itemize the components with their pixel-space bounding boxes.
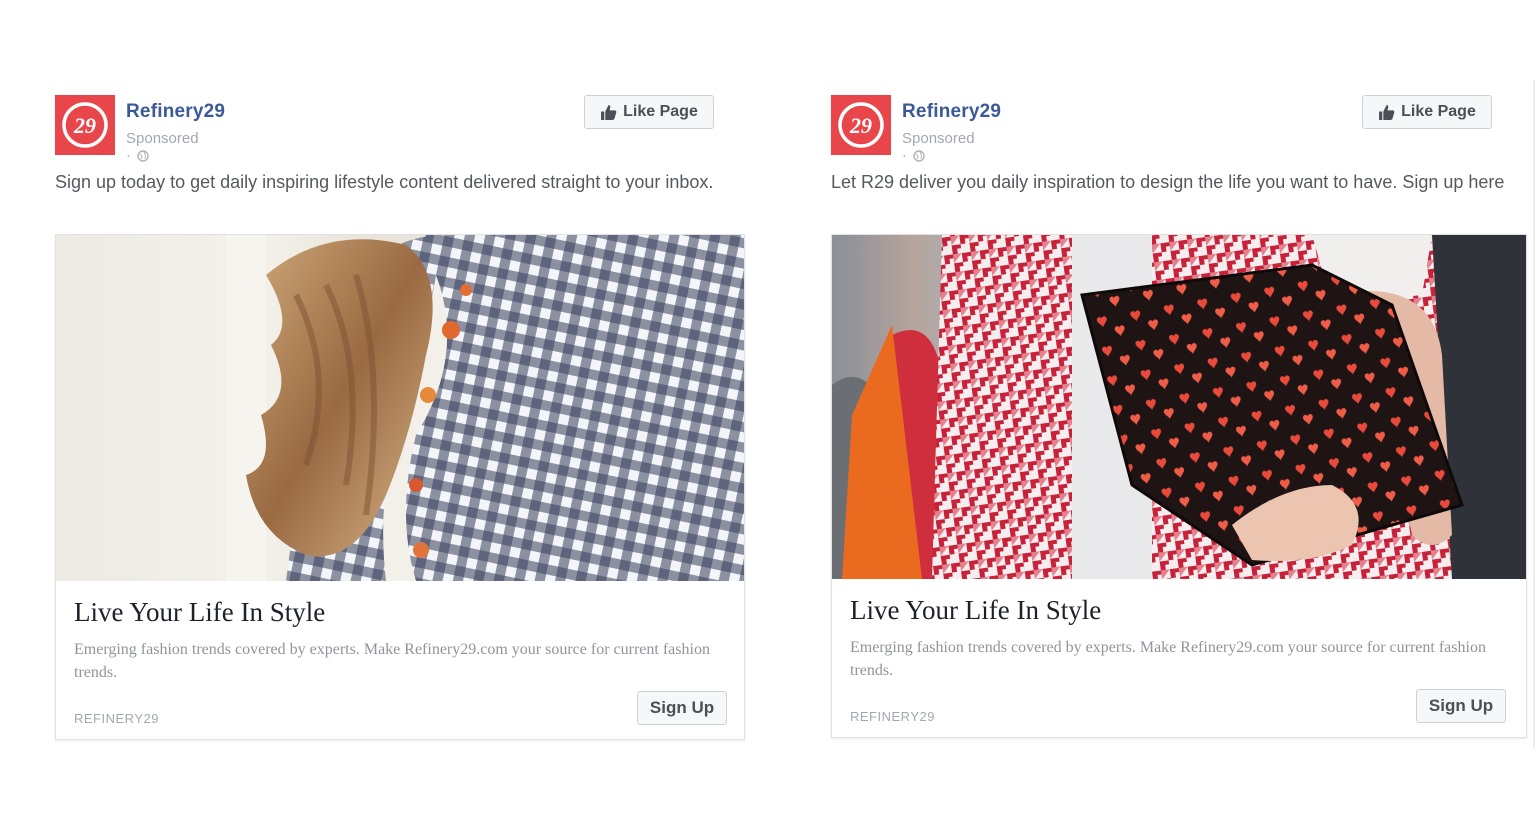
like-page-button[interactable]: Like Page <box>584 95 714 129</box>
post-text: Let R29 deliver you daily inspiration to… <box>831 172 1505 192</box>
post-text: Sign up today to get daily inspiring lif… <box>55 172 714 192</box>
page-name-link[interactable]: Refinery29 <box>902 101 1001 123</box>
ad-description: Emerging fashion trends covered by exper… <box>74 641 710 681</box>
globe-icon <box>913 150 925 162</box>
svg-text:29: 29 <box>73 113 96 138</box>
svg-text:29: 29 <box>849 113 872 138</box>
refinery29-logo[interactable]: 29 <box>55 95 115 155</box>
thumbs-up-icon <box>1379 104 1395 120</box>
link-card[interactable]: Live Your Life In Style Emerging fashion… <box>55 234 745 740</box>
ad-image[interactable] <box>56 235 744 581</box>
like-page-label: Like Page <box>623 103 698 120</box>
sponsored-label: Sponsored <box>902 130 975 147</box>
meta-separator: · <box>126 147 131 164</box>
thumbs-up-icon <box>601 104 617 120</box>
page-name-link[interactable]: Refinery29 <box>126 101 225 123</box>
ad-image[interactable] <box>832 235 1526 579</box>
ad-headline[interactable]: Live Your Life In Style <box>74 597 325 628</box>
sponsored-label: Sponsored <box>126 130 199 147</box>
meta-separator: · <box>902 147 907 164</box>
like-page-label: Like Page <box>1401 103 1476 120</box>
like-page-button[interactable]: Like Page <box>1362 95 1492 129</box>
globe-icon <box>137 150 149 162</box>
refinery29-logo[interactable]: 29 <box>831 95 891 155</box>
sponsored-meta: Sponsored · <box>126 130 199 164</box>
sponsored-meta: Sponsored · <box>902 130 975 164</box>
ad-domain: REFINERY29 <box>850 709 935 724</box>
ad-description: Emerging fashion trends covered by exper… <box>850 639 1486 679</box>
sign-up-button[interactable]: Sign Up <box>637 691 727 725</box>
ad-domain: REFINERY29 <box>74 711 159 726</box>
link-card[interactable]: Live Your Life In Style Emerging fashion… <box>831 234 1527 738</box>
ad-headline[interactable]: Live Your Life In Style <box>850 595 1101 626</box>
sign-up-button[interactable]: Sign Up <box>1416 689 1506 723</box>
divider <box>1533 80 1535 748</box>
